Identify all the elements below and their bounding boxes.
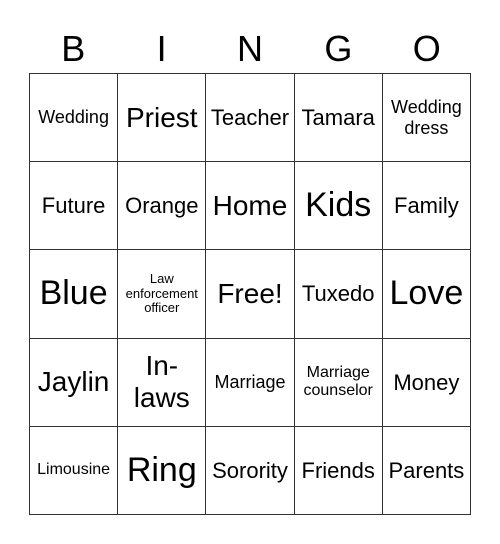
header-letter-b: B: [61, 28, 86, 69]
bingo-cell[interactable]: Friends: [294, 426, 383, 515]
bingo-cell[interactable]: Wedding dress: [382, 74, 471, 163]
header-letter-n: N: [236, 28, 263, 69]
bingo-cell[interactable]: Teacher: [206, 74, 295, 163]
bingo-cell[interactable]: Money: [382, 338, 471, 427]
bingo-cell[interactable]: Blue: [30, 250, 119, 339]
bingo-cell[interactable]: Orange: [118, 162, 207, 251]
bingo-cell[interactable]: Parents: [382, 426, 471, 515]
bingo-cell[interactable]: Limousine: [30, 426, 119, 515]
bingo-cell[interactable]: Law enforcement officer: [118, 250, 207, 339]
bingo-cell[interactable]: Love: [382, 250, 471, 339]
bingo-cell[interactable]: Tamara: [294, 74, 383, 163]
bingo-cell[interactable]: Family: [382, 162, 471, 251]
bingo-cell[interactable]: Wedding: [30, 74, 119, 163]
bingo-cell[interactable]: Future: [30, 162, 119, 251]
bingo-cell[interactable]: Marriage counselor: [294, 338, 383, 427]
bingo-cell[interactable]: Jaylin: [30, 338, 119, 427]
bingo-cell[interactable]: Priest: [118, 74, 207, 163]
bingo-cell[interactable]: Home: [206, 162, 295, 251]
header-letter-o: O: [412, 28, 441, 69]
bingo-cell[interactable]: In-laws: [118, 338, 207, 427]
header-letter-g: G: [324, 28, 353, 69]
bingo-cell[interactable]: Marriage: [206, 338, 295, 427]
header-letter-i: I: [156, 28, 167, 69]
free-space-cell[interactable]: Free!: [206, 250, 295, 339]
bingo-cell[interactable]: Kids: [294, 162, 383, 251]
bingo-cell[interactable]: Sorority: [206, 426, 295, 515]
bingo-cell[interactable]: Tuxedo: [294, 250, 383, 339]
bingo-board: Wedding Priest Teacher Tamara Wedding dress F…: [29, 73, 471, 515]
bingo-header: B I N G O: [29, 24, 471, 74]
bingo-cell[interactable]: Ring: [118, 426, 207, 515]
